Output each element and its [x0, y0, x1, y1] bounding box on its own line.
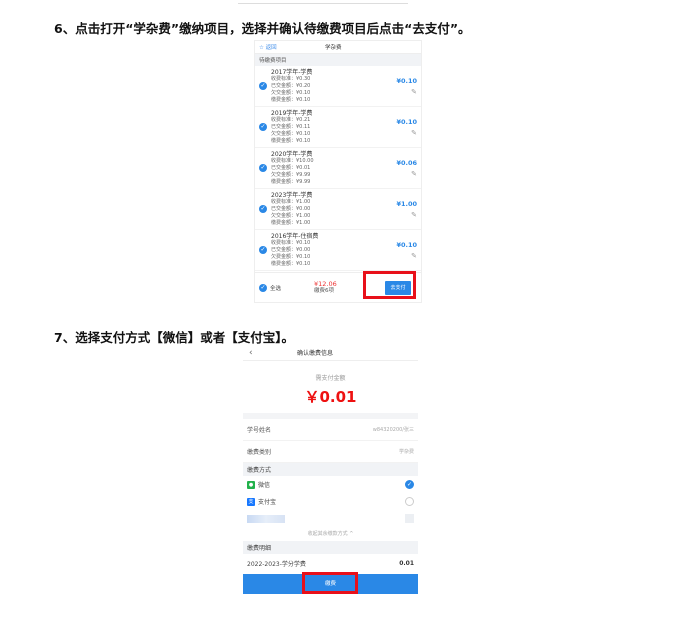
info-row: 学号姓名 w84320200/张三	[243, 419, 418, 441]
fee-item-body: 2019学年-学费 收费标准：¥0.21 已交金额：¥0.11 欠交金额：¥0.10 缴…	[267, 110, 381, 145]
fee-item-detail: 缴费金额：¥0.10	[271, 96, 311, 103]
fee-item-right: ¥0.10 ✎	[381, 241, 417, 260]
fee-item-detail: 收费标准：¥0.10	[271, 239, 311, 246]
info-key: 学号姓名	[247, 427, 272, 434]
fee-item[interactable]: ✓ 2017学年-学费 收费标准：¥0.30 已交金额：¥0.20 欠交金额：¥0.10…	[255, 66, 421, 107]
step6-instruction: 6、点击打开“学杂费”缴纳项目，选择并确认待缴费项目后点击“去支付”。	[54, 21, 471, 36]
fee-item-name: 2019学年-学费	[271, 109, 313, 117]
pay-method-header: 缴费方式	[243, 463, 418, 476]
fee-item-detail: 已交金额：¥0.00	[271, 246, 311, 253]
fee-item-body: 2017学年-学费 收费标准：¥0.30 已交金额：¥0.20 欠交金额：¥0.10 缴…	[267, 69, 381, 104]
fee-item-body: 2023学年-学费 收费标准：¥1.00 已交金额：¥0.00 欠交金额：¥1.00 缴…	[267, 192, 381, 227]
detail-value: 0.01	[399, 559, 414, 567]
edit-icon[interactable]: ✎	[381, 170, 417, 178]
fee-item-detail: 收费标准：¥1.00	[271, 198, 311, 205]
fee-item-detail: 已交金额：¥0.20	[271, 82, 311, 89]
pay-method-alipay[interactable]: 支 支付宝	[243, 493, 418, 510]
fee-item-amount: ¥1.00	[396, 199, 417, 208]
highlight-box-pay-confirm	[302, 572, 358, 594]
fee-item-body: 2020学年-学费 收费标准：¥10.00 已交金额：¥0.01 欠交金额：¥9.99…	[267, 151, 381, 186]
fee-item-amount: ¥0.10	[396, 117, 417, 126]
screen-header: ‹ 确认缴费信息	[243, 345, 418, 361]
fee-item[interactable]: ✓ 2016学年-住宿费 收费标准：¥0.10 已交金额：¥0.00 欠费金额：¥0.1…	[255, 230, 421, 271]
fee-item-detail: 欠费金额：¥0.10	[271, 253, 311, 260]
fee-item-right: ¥0.06 ✎	[381, 159, 417, 178]
detail-name: 2022-2023-学分学费	[247, 560, 306, 568]
fee-item-detail: 已交金额：¥0.00	[271, 205, 311, 212]
fee-item-detail: 收费标准：¥0.30	[271, 75, 311, 82]
wechat-icon: ●	[247, 480, 255, 489]
back-icon[interactable]: ‹	[249, 348, 297, 358]
info-row: 缴费类别 学杂费	[243, 441, 418, 463]
fee-item-detail: 欠交金额：¥1.00	[271, 212, 311, 219]
radio-selected-icon[interactable]: ✓	[405, 480, 414, 489]
amount-panel: 需支付金额 ￥0.01	[243, 361, 418, 419]
check-icon: ✓	[259, 283, 267, 292]
check-icon[interactable]: ✓	[259, 246, 267, 254]
fee-item-body: 2016学年-住宿费 收费标准：¥0.10 已交金额：¥0.00 欠费金额：¥0.10…	[267, 233, 381, 268]
edit-icon[interactable]: ✎	[381, 129, 417, 137]
fee-item[interactable]: ✓ 2019学年-学费 收费标准：¥0.21 已交金额：¥0.11 欠交金额：¥0.10…	[255, 107, 421, 148]
fee-item-right: ¥1.00 ✎	[381, 200, 417, 219]
blurred-radio	[405, 514, 414, 523]
screen-header: ☆ 返回 学杂费	[255, 41, 421, 54]
fee-item-right: ¥0.10 ✎	[381, 118, 417, 137]
fee-item-name: 2017学年-学费	[271, 68, 313, 76]
blurred-content	[247, 514, 285, 523]
fee-item-name: 2023学年-学费	[271, 191, 313, 199]
fee-item-amount: ¥0.10	[396, 76, 417, 85]
screen-title: 确认缴费信息	[297, 350, 334, 357]
highlight-box-pay	[363, 271, 416, 299]
fee-item-detail: 已交金额：¥0.01	[271, 164, 311, 171]
fee-item-detail: 缴费金额：¥0.10	[271, 137, 311, 144]
fee-item-detail: 欠交金额：¥0.10	[271, 89, 311, 96]
fee-item-detail: 收费标准：¥0.21	[271, 116, 311, 123]
pay-method-blurred	[243, 510, 418, 527]
confirm-payment-screenshot: ‹ 确认缴费信息 需支付金额 ￥0.01 学号姓名 w84320200/张三 缴…	[243, 345, 418, 603]
edit-icon[interactable]: ✎	[381, 211, 417, 219]
fee-item-detail: 缴费金额：¥1.00	[271, 219, 311, 226]
edit-icon[interactable]: ✎	[381, 88, 417, 96]
fee-item-list: ✓ 2017学年-学费 收费标准：¥0.30 已交金额：¥0.20 欠交金额：¥0.10…	[255, 66, 421, 271]
fee-item-detail: 已交金额：¥0.11	[271, 123, 311, 130]
back-link[interactable]: ☆ 返回	[259, 43, 303, 51]
info-key: 缴费类别	[247, 449, 272, 456]
select-all-label: 全选	[270, 285, 282, 292]
collapse-methods-link[interactable]: 收起其余缴款方式 ^	[243, 527, 418, 541]
fee-item-detail: 缴费金额：¥0.10	[271, 260, 311, 267]
fee-item-detail: 欠交金额：¥0.10	[271, 130, 311, 137]
section-header: 待缴费项目	[255, 54, 421, 66]
detail-header: 缴费明细	[243, 541, 418, 554]
fee-item-detail: 缴费金额：¥9.99	[271, 178, 311, 185]
pay-method-wechat[interactable]: ● 微信 ✓	[243, 476, 418, 493]
top-divider	[238, 0, 408, 4]
radio-unselected-icon[interactable]	[405, 497, 414, 506]
fee-item[interactable]: ✓ 2020学年-学费 收费标准：¥10.00 已交金额：¥0.01 欠交金额：¥9.9…	[255, 148, 421, 189]
fee-item-detail: 收费标准：¥10.00	[271, 157, 314, 164]
check-icon[interactable]: ✓	[259, 205, 267, 213]
fee-item-amount: ¥0.06	[396, 158, 417, 167]
amount-value: ￥0.01	[304, 388, 357, 406]
alipay-icon: 支	[247, 497, 255, 506]
pay-method-name: 支付宝	[258, 499, 277, 506]
check-icon[interactable]: ✓	[259, 123, 267, 131]
fee-item-amount: ¥0.10	[396, 240, 417, 249]
amount-label: 需支付金额	[315, 375, 346, 382]
fee-item-detail: 欠交金额：¥9.99	[271, 171, 311, 178]
pay-method-name: 微信	[258, 482, 271, 489]
screen-title: 学杂费	[325, 45, 342, 51]
fee-item[interactable]: ✓ 2023学年-学费 收费标准：¥1.00 已交金额：¥0.00 欠交金额：¥1.00…	[255, 189, 421, 230]
select-all[interactable]: ✓ 全选	[259, 283, 314, 292]
detail-row: 2022-2023-学分学费 0.01	[243, 554, 418, 572]
edit-icon[interactable]: ✎	[381, 252, 417, 260]
fee-selection-screenshot: ☆ 返回 学杂费 待缴费项目 ✓ 2017学年-学费 收费标准：¥0.30 已交金额：…	[254, 40, 422, 303]
check-icon[interactable]: ✓	[259, 82, 267, 90]
step7-instruction: 7、选择支付方式【微信】或者【支付宝】。	[54, 330, 294, 345]
fee-item-name: 2020学年-学费	[271, 150, 313, 158]
info-value: w84320200/张三	[372, 427, 414, 433]
fee-item-right: ¥0.10 ✎	[381, 77, 417, 96]
fee-item-name: 2016学年-住宿费	[271, 232, 319, 240]
check-icon[interactable]: ✓	[259, 164, 267, 172]
info-value: 学杂费	[398, 449, 414, 455]
